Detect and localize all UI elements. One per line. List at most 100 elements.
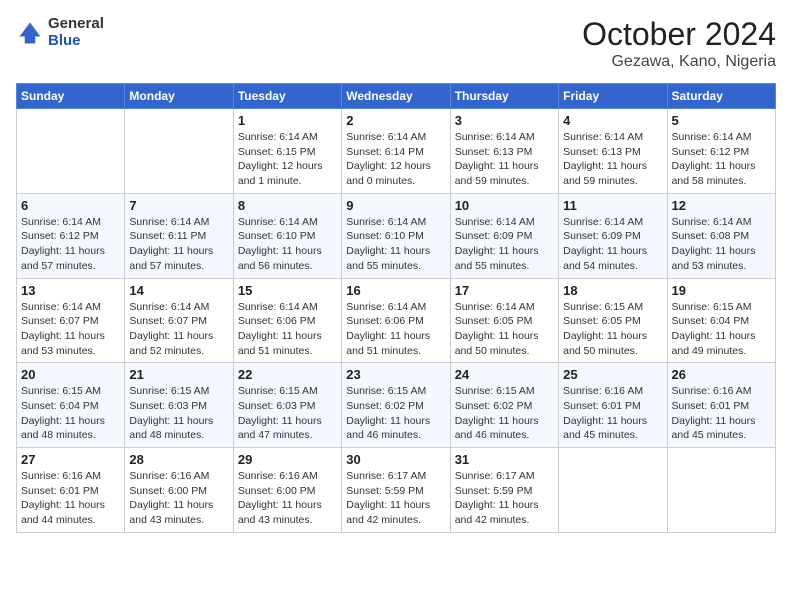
- day-info: Sunrise: 6:16 AMSunset: 6:01 PMDaylight:…: [672, 384, 771, 443]
- day-number: 30: [346, 452, 445, 467]
- day-number: 31: [455, 452, 554, 467]
- day-info: Sunrise: 6:15 AMSunset: 6:02 PMDaylight:…: [346, 384, 445, 443]
- calendar-cell: 28Sunrise: 6:16 AMSunset: 6:00 PMDayligh…: [125, 448, 233, 533]
- page-header: General Blue October 2024 Gezawa, Kano, …: [16, 16, 776, 71]
- day-info: Sunrise: 6:14 AMSunset: 6:08 PMDaylight:…: [672, 215, 771, 274]
- calendar-week-3: 13 Sunrise: 6:14 AMSunset: 6:07 PMDayligh…: [17, 278, 776, 363]
- calendar-cell: 31 Sunrise: 6:17 AMSunset: 5:59 PMDayligh…: [450, 448, 558, 533]
- day-info: Sunrise: 6:14 AMSunset: 6:12 PMDaylight:…: [21, 215, 120, 274]
- calendar-cell: 3 Sunrise: 6:14 AMSunset: 6:13 PMDaylight…: [450, 109, 558, 194]
- calendar-cell: 26 Sunrise: 6:16 AMSunset: 6:01 PMDayligh…: [667, 363, 775, 448]
- day-info: Sunrise: 6:15 AMSunset: 6:03 PMDaylight:…: [238, 384, 337, 443]
- day-number: 16: [346, 283, 445, 298]
- calendar-cell: [667, 448, 775, 533]
- weekday-header-saturday: Saturday: [667, 84, 775, 109]
- day-number: 12: [672, 198, 771, 213]
- day-info: Sunrise: 6:17 AMSunset: 5:59 PMDaylight:…: [346, 469, 445, 528]
- day-number: 2: [346, 113, 445, 128]
- calendar-cell: 15 Sunrise: 6:14 AMSunset: 6:06 PMDayligh…: [233, 278, 341, 363]
- day-info: Sunrise: 6:17 AMSunset: 5:59 PMDaylight:…: [455, 469, 554, 528]
- day-number: 4: [563, 113, 662, 128]
- day-info: Sunrise: 6:14 AMSunset: 6:11 PMDaylight:…: [129, 215, 228, 274]
- month-title: October 2024: [582, 16, 776, 53]
- day-info: Sunrise: 6:15 AMSunset: 6:05 PMDaylight:…: [563, 300, 662, 359]
- calendar-cell: 12 Sunrise: 6:14 AMSunset: 6:08 PMDayligh…: [667, 193, 775, 278]
- day-number: 3: [455, 113, 554, 128]
- day-info: Sunrise: 6:15 AMSunset: 6:04 PMDaylight:…: [672, 300, 771, 359]
- calendar-cell: 27 Sunrise: 6:16 AMSunset: 6:01 PMDayligh…: [17, 448, 125, 533]
- calendar-cell: 23 Sunrise: 6:15 AMSunset: 6:02 PMDayligh…: [342, 363, 450, 448]
- day-number: 19: [672, 283, 771, 298]
- day-number: 29: [238, 452, 337, 467]
- day-number: 20: [21, 367, 120, 382]
- calendar-cell: 24 Sunrise: 6:15 AMSunset: 6:02 PMDayligh…: [450, 363, 558, 448]
- day-number: 14: [129, 283, 228, 298]
- day-info: Sunrise: 6:14 AMSunset: 6:10 PMDaylight:…: [238, 215, 337, 274]
- calendar-cell: 6 Sunrise: 6:14 AMSunset: 6:12 PMDaylight…: [17, 193, 125, 278]
- calendar-cell: 8 Sunrise: 6:14 AMSunset: 6:10 PMDaylight…: [233, 193, 341, 278]
- day-number: 28: [129, 452, 228, 467]
- day-number: 7: [129, 198, 228, 213]
- calendar-week-2: 6 Sunrise: 6:14 AMSunset: 6:12 PMDaylight…: [17, 193, 776, 278]
- calendar-cell: 29 Sunrise: 6:16 AMSunset: 6:00 PMDayligh…: [233, 448, 341, 533]
- day-info: Sunrise: 6:14 AMSunset: 6:13 PMDaylight:…: [563, 130, 662, 189]
- calendar-cell: 25 Sunrise: 6:16 AMSunset: 6:01 PMDayligh…: [559, 363, 667, 448]
- calendar-cell: 21Sunrise: 6:15 AMSunset: 6:03 PMDayligh…: [125, 363, 233, 448]
- calendar-cell: [125, 109, 233, 194]
- day-info: Sunrise: 6:14 AMSunset: 6:15 PMDaylight:…: [238, 130, 337, 189]
- day-info: Sunrise: 6:16 AMSunset: 6:00 PMDaylight:…: [238, 469, 337, 528]
- weekday-header-wednesday: Wednesday: [342, 84, 450, 109]
- day-info: Sunrise: 6:14 AMSunset: 6:10 PMDaylight:…: [346, 215, 445, 274]
- day-info: Sunrise: 6:14 AMSunset: 6:06 PMDaylight:…: [346, 300, 445, 359]
- day-number: 9: [346, 198, 445, 213]
- day-number: 25: [563, 367, 662, 382]
- day-info: Sunrise: 6:15 AMSunset: 6:03 PMDaylight:…: [129, 384, 228, 443]
- calendar-cell: 11Sunrise: 6:14 AMSunset: 6:09 PMDayligh…: [559, 193, 667, 278]
- day-info: Sunrise: 6:14 AMSunset: 6:05 PMDaylight:…: [455, 300, 554, 359]
- day-info: Sunrise: 6:15 AMSunset: 6:02 PMDaylight:…: [455, 384, 554, 443]
- day-info: Sunrise: 6:14 AMSunset: 6:13 PMDaylight:…: [455, 130, 554, 189]
- day-info: Sunrise: 6:14 AMSunset: 6:07 PMDaylight:…: [129, 300, 228, 359]
- day-number: 24: [455, 367, 554, 382]
- day-number: 18: [563, 283, 662, 298]
- title-block: October 2024 Gezawa, Kano, Nigeria: [582, 16, 776, 71]
- calendar-cell: 20 Sunrise: 6:15 AMSunset: 6:04 PMDayligh…: [17, 363, 125, 448]
- day-info: Sunrise: 6:14 AMSunset: 6:07 PMDaylight:…: [21, 300, 120, 359]
- weekday-header-monday: Monday: [125, 84, 233, 109]
- day-number: 15: [238, 283, 337, 298]
- day-info: Sunrise: 6:16 AMSunset: 6:01 PMDaylight:…: [563, 384, 662, 443]
- weekday-header-row: SundayMondayTuesdayWednesdayThursdayFrid…: [17, 84, 776, 109]
- calendar-week-5: 27 Sunrise: 6:16 AMSunset: 6:01 PMDayligh…: [17, 448, 776, 533]
- calendar-cell: 30 Sunrise: 6:17 AMSunset: 5:59 PMDayligh…: [342, 448, 450, 533]
- day-number: 17: [455, 283, 554, 298]
- calendar-cell: 22Sunrise: 6:15 AMSunset: 6:03 PMDayligh…: [233, 363, 341, 448]
- calendar-cell: 10 Sunrise: 6:14 AMSunset: 6:09 PMDayligh…: [450, 193, 558, 278]
- day-info: Sunrise: 6:15 AMSunset: 6:04 PMDaylight:…: [21, 384, 120, 443]
- day-info: Sunrise: 6:16 AMSunset: 6:01 PMDaylight:…: [21, 469, 120, 528]
- logo-blue: Blue: [48, 33, 104, 50]
- calendar-cell: 9 Sunrise: 6:14 AMSunset: 6:10 PMDaylight…: [342, 193, 450, 278]
- weekday-header-thursday: Thursday: [450, 84, 558, 109]
- day-number: 8: [238, 198, 337, 213]
- day-number: 10: [455, 198, 554, 213]
- calendar-cell: 7 Sunrise: 6:14 AMSunset: 6:11 PMDaylight…: [125, 193, 233, 278]
- day-number: 13: [21, 283, 120, 298]
- calendar-cell: 14 Sunrise: 6:14 AMSunset: 6:07 PMDayligh…: [125, 278, 233, 363]
- calendar-cell: 16 Sunrise: 6:14 AMSunset: 6:06 PMDayligh…: [342, 278, 450, 363]
- day-number: 5: [672, 113, 771, 128]
- day-number: 11: [563, 198, 662, 213]
- day-number: 23: [346, 367, 445, 382]
- logo-icon: [16, 19, 44, 47]
- day-info: Sunrise: 6:14 AMSunset: 6:06 PMDaylight:…: [238, 300, 337, 359]
- logo-general: General: [48, 16, 104, 33]
- weekday-header-sunday: Sunday: [17, 84, 125, 109]
- day-number: 6: [21, 198, 120, 213]
- day-info: Sunrise: 6:14 AMSunset: 6:09 PMDaylight:…: [455, 215, 554, 274]
- calendar-cell: 17 Sunrise: 6:14 AMSunset: 6:05 PMDayligh…: [450, 278, 558, 363]
- day-number: 26: [672, 367, 771, 382]
- day-number: 1: [238, 113, 337, 128]
- calendar-cell: 13 Sunrise: 6:14 AMSunset: 6:07 PMDayligh…: [17, 278, 125, 363]
- day-number: 27: [21, 452, 120, 467]
- calendar-cell: 1 Sunrise: 6:14 AMSunset: 6:15 PMDaylight…: [233, 109, 341, 194]
- calendar-cell: 19 Sunrise: 6:15 AMSunset: 6:04 PMDayligh…: [667, 278, 775, 363]
